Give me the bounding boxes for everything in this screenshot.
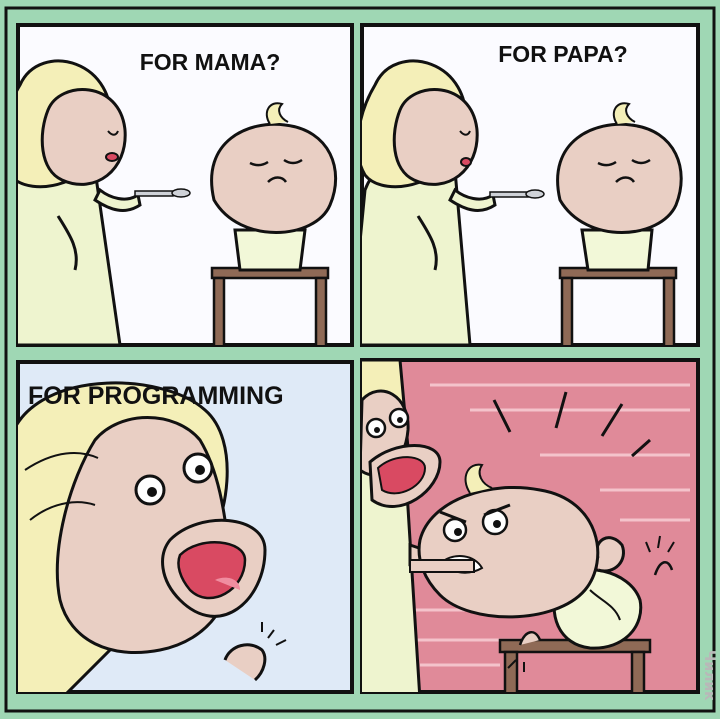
watermark-text: Чилик bbox=[701, 650, 717, 701]
panel-3-caption: FOR PROGRAMMING bbox=[28, 382, 284, 410]
panel-2: FOR PAPA? bbox=[360, 23, 700, 347]
panel-1-caption: FOR MAMA? bbox=[140, 49, 281, 75]
comic-page: FOR MAMA? FOR PAPA? FOR PROGRAMMING Чили… bbox=[0, 0, 720, 719]
comic-svg: FOR MAMA? FOR PAPA? FOR PROGRAMMING Чили… bbox=[4, 6, 717, 713]
panel-4 bbox=[360, 358, 700, 694]
panel-3: FOR PROGRAMMING bbox=[16, 360, 354, 694]
panel-1: FOR MAMA? bbox=[16, 23, 354, 347]
panel-2-caption: FOR PAPA? bbox=[498, 41, 627, 67]
